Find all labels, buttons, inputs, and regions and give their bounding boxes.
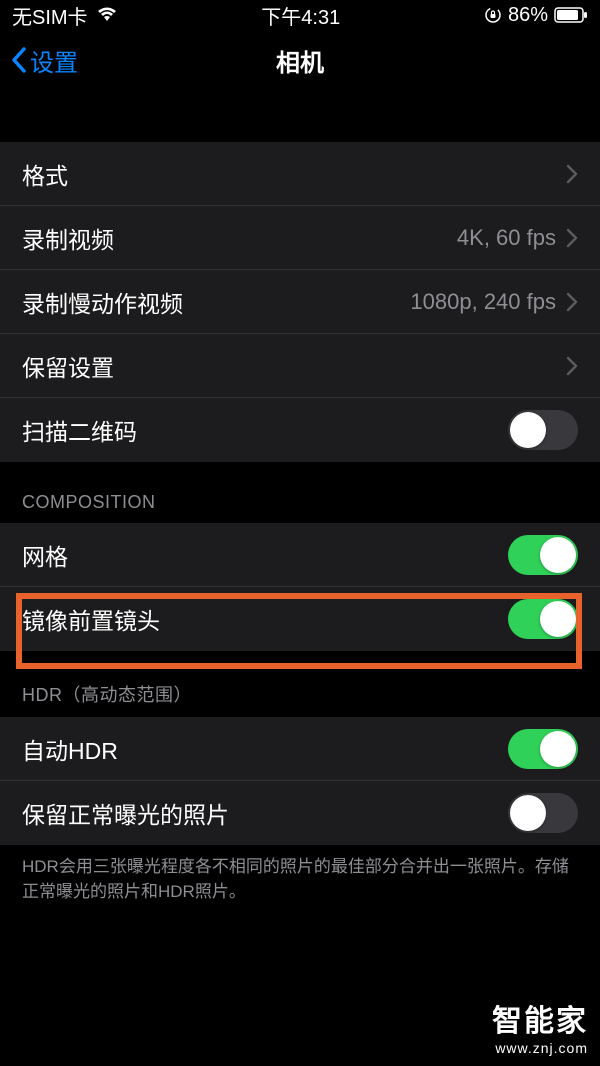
- status-right: 86%: [484, 4, 588, 27]
- row-detail: [566, 356, 578, 376]
- watermark: 智能家 www.znj.com: [492, 996, 588, 1056]
- battery-icon: [554, 7, 588, 23]
- toggle-keep-normal[interactable]: [508, 793, 578, 833]
- back-button[interactable]: 设置: [10, 43, 78, 78]
- row-keep-normal: 保留正常曝光的照片: [0, 781, 600, 845]
- watermark-url: www.znj.com: [492, 1040, 588, 1056]
- status-left: 无SIM卡: [12, 1, 118, 30]
- row-grid: 网格: [0, 523, 600, 587]
- row-detail: [566, 164, 578, 184]
- row-detail: 1080p, 240 fps: [410, 289, 578, 315]
- row-label: 录制视频: [22, 221, 114, 255]
- toggle-mirror-front[interactable]: [508, 599, 578, 639]
- row-label: 网格: [22, 538, 68, 572]
- row-preserve[interactable]: 保留设置: [0, 334, 600, 398]
- chevron-right-icon: [566, 292, 578, 312]
- row-label: 格式: [22, 157, 68, 191]
- row-mirror-front: 镜像前置镜头: [0, 587, 600, 651]
- section-header-composition: COMPOSITION: [0, 462, 600, 523]
- settings-group-main: 格式 录制视频 4K, 60 fps 录制慢动作视频 1080p, 240 fp…: [0, 142, 600, 462]
- row-label: 镜像前置镜头: [22, 602, 160, 636]
- row-label: 保留正常曝光的照片: [22, 796, 229, 830]
- chevron-right-icon: [566, 356, 578, 376]
- row-record-video[interactable]: 录制视频 4K, 60 fps: [0, 206, 600, 270]
- row-label: 录制慢动作视频: [22, 285, 183, 319]
- status-bar: 无SIM卡 下午4:31 86%: [0, 0, 600, 30]
- section-footer-hdr: HDR会用三张曝光程度各不相同的照片的最佳部分合并出一张照片。存储正常曝光的照片…: [0, 845, 600, 916]
- settings-group-composition: 网格 镜像前置镜头: [0, 523, 600, 651]
- back-label: 设置: [30, 43, 78, 78]
- row-record-slowmo[interactable]: 录制慢动作视频 1080p, 240 fps: [0, 270, 600, 334]
- spacer: [0, 90, 600, 142]
- status-time: 下午4:31: [261, 1, 340, 30]
- toggle-grid[interactable]: [508, 535, 578, 575]
- row-label: 保留设置: [22, 349, 114, 383]
- battery-percent: 86%: [508, 4, 548, 27]
- row-label: 扫描二维码: [22, 413, 137, 447]
- orientation-lock-icon: [484, 6, 502, 24]
- toggle-auto-hdr[interactable]: [508, 729, 578, 769]
- row-label: 自动HDR: [22, 732, 118, 766]
- row-auto-hdr: 自动HDR: [0, 717, 600, 781]
- watermark-text: 智能家: [492, 996, 588, 1040]
- chevron-right-icon: [566, 164, 578, 184]
- chevron-left-icon: [10, 46, 28, 74]
- row-value: 4K, 60 fps: [457, 225, 556, 251]
- row-format[interactable]: 格式: [0, 142, 600, 206]
- settings-group-hdr: 自动HDR 保留正常曝光的照片: [0, 717, 600, 845]
- wifi-icon: [96, 7, 118, 23]
- sim-status: 无SIM卡: [12, 1, 88, 30]
- chevron-right-icon: [566, 228, 578, 248]
- nav-bar: 设置 相机: [0, 30, 600, 90]
- row-value: 1080p, 240 fps: [410, 289, 556, 315]
- toggle-scan-qr[interactable]: [508, 410, 578, 450]
- page-title: 相机: [276, 43, 324, 78]
- section-header-hdr: HDR（高动态范围）: [0, 651, 600, 717]
- row-scan-qr: 扫描二维码: [0, 398, 600, 462]
- row-detail: 4K, 60 fps: [457, 225, 578, 251]
